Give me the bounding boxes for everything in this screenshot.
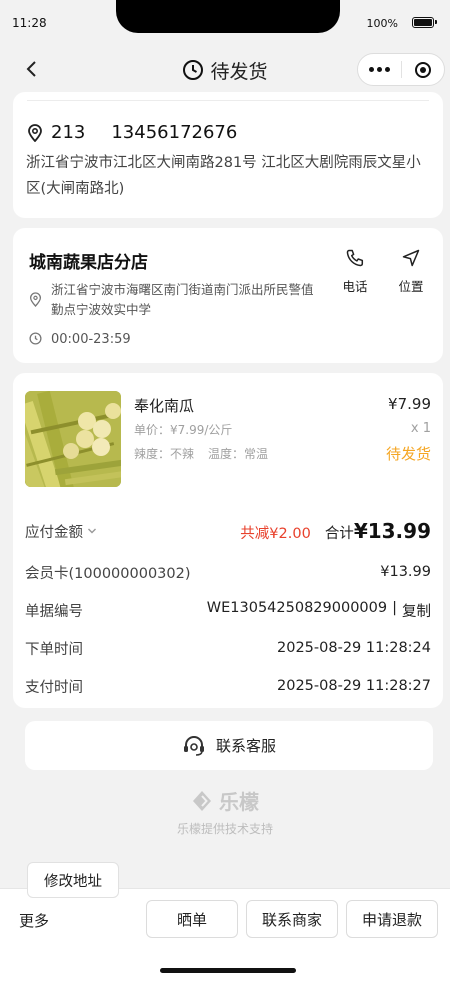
product-name: 奉化南瓜 bbox=[134, 397, 195, 415]
battery-percentage: 100% bbox=[366, 17, 398, 30]
product-unit-price: 单价：¥7.99/公斤 bbox=[134, 423, 233, 437]
order-time-row: 下单时间 2025-08-29 11:28:24 bbox=[25, 636, 431, 660]
status-time: 11:28 bbox=[12, 16, 47, 30]
phone-icon bbox=[346, 249, 364, 267]
chevron-down-icon bbox=[88, 528, 96, 534]
clock-icon bbox=[29, 332, 42, 345]
target-icon bbox=[414, 61, 431, 78]
battery-icon bbox=[412, 17, 437, 28]
location-pin-icon bbox=[28, 123, 42, 142]
recipient-line: 213 13456172676 bbox=[27, 122, 237, 143]
recipient-phone: 13456172676 bbox=[111, 122, 238, 143]
shop-hours: 00:00-23:59 bbox=[51, 332, 131, 347]
clock-icon bbox=[183, 60, 204, 80]
shop-location-button[interactable]: 位置 bbox=[389, 248, 433, 295]
address-card: 213 13456172676 浙江省宁波市江北区大闸南路281号 江北区大剧院… bbox=[13, 92, 443, 218]
sugarcane-picture bbox=[25, 391, 121, 487]
contact-merchant-button[interactable]: 联系商家 bbox=[246, 900, 338, 938]
total-label: 合计 bbox=[324, 526, 354, 542]
pay-time-row: 支付时间 2025-08-29 11:28:27 bbox=[25, 674, 431, 698]
brand-name: 乐檬 bbox=[219, 790, 259, 814]
product-specs: 辣度：不辣 温度：常温 bbox=[134, 445, 268, 462]
product-quantity: x 1 bbox=[410, 421, 431, 436]
menu-button[interactable] bbox=[358, 54, 401, 85]
more-dots-icon bbox=[368, 67, 390, 72]
separator: | bbox=[392, 599, 397, 616]
device-notch bbox=[116, 0, 340, 33]
order-card: 奉化南瓜 ¥7.99 单价：¥7.99/公斤 x 1 辣度：不辣 温度：常温 待… bbox=[13, 373, 443, 708]
payable-label: 应付金额 bbox=[25, 524, 83, 541]
order-time-value: 2025-08-29 11:28:24 bbox=[277, 640, 431, 656]
home-indicator bbox=[160, 968, 296, 973]
share-order-button[interactable]: 晒单 bbox=[146, 900, 238, 938]
shop-card: 城南蔬果店分店 浙江省宁波市海曙区南门街道南门派出所民警值勤点宁波效实中学 00… bbox=[13, 228, 443, 363]
bottom-action-bar: 更多 晒单 联系商家 申请退款 bbox=[0, 888, 450, 981]
member-card-row: 会员卡(100000000302) ¥13.99 bbox=[25, 560, 431, 584]
copy-button[interactable]: 复制 bbox=[402, 600, 431, 621]
more-button[interactable]: 更多 bbox=[19, 910, 49, 931]
recipient-name: 213 bbox=[51, 122, 86, 143]
shop-name: 城南蔬果店分店 bbox=[29, 253, 148, 273]
order-number-label: 单据编号 bbox=[25, 603, 83, 620]
pay-time-label: 支付时间 bbox=[25, 679, 83, 696]
order-number-row: 单据编号 WE13054250829000009 | 复制 bbox=[25, 598, 431, 622]
product-image[interactable] bbox=[25, 391, 121, 487]
temperature: 温度：常温 bbox=[208, 447, 269, 461]
miniprogram-capsule bbox=[357, 53, 445, 86]
total-amount: ¥13.99 bbox=[353, 519, 431, 543]
pay-time-value: 2025-08-29 11:28:27 bbox=[277, 678, 431, 694]
phone-label: 电话 bbox=[342, 279, 368, 294]
shop-address: 浙江省宁波市海曙区南门街道南门派出所民警值勤点宁波效实中学 bbox=[51, 282, 314, 317]
spice-level: 辣度：不辣 bbox=[134, 447, 195, 461]
contact-service-label: 联系客服 bbox=[215, 737, 276, 755]
location-pin-icon bbox=[29, 292, 42, 307]
modify-address-button[interactable]: 修改地址 bbox=[27, 862, 119, 898]
order-status-badge: 待发货 bbox=[385, 445, 431, 463]
address-detail: 浙江省宁波市江北区大闸南路281号 江北区大剧院雨辰文星小区(大闸南路北) bbox=[26, 155, 421, 197]
page-title: 待发货 bbox=[210, 60, 268, 83]
payable-row: 应付金额 共减¥2.00 合计 ¥13.99 bbox=[25, 519, 431, 543]
refund-button[interactable]: 申请退款 bbox=[346, 900, 438, 938]
discount-amount: 共减¥2.00 bbox=[240, 526, 311, 542]
brand-mark-icon bbox=[193, 790, 211, 811]
member-card-label: 会员卡(100000000302) bbox=[25, 565, 191, 582]
brand-logo: 乐檬 bbox=[0, 786, 450, 815]
member-card-amount: ¥13.99 bbox=[380, 564, 431, 580]
navigation-arrow-icon bbox=[402, 249, 420, 267]
order-time-label: 下单时间 bbox=[25, 641, 83, 658]
call-shop-button[interactable]: 电话 bbox=[333, 248, 377, 295]
product-price: ¥7.99 bbox=[388, 395, 431, 413]
battery-fill bbox=[414, 19, 432, 26]
powered-by: 乐檬提供技术支持 bbox=[176, 822, 273, 836]
location-label: 位置 bbox=[398, 279, 424, 294]
contact-service-button[interactable]: 联系客服 bbox=[25, 721, 433, 770]
order-number-value: WE13054250829000009 bbox=[206, 599, 388, 616]
divider bbox=[27, 100, 429, 101]
headset-icon bbox=[183, 735, 204, 756]
payable-toggle[interactable]: 应付金额 bbox=[25, 521, 97, 542]
close-miniprogram-button[interactable] bbox=[402, 54, 445, 85]
